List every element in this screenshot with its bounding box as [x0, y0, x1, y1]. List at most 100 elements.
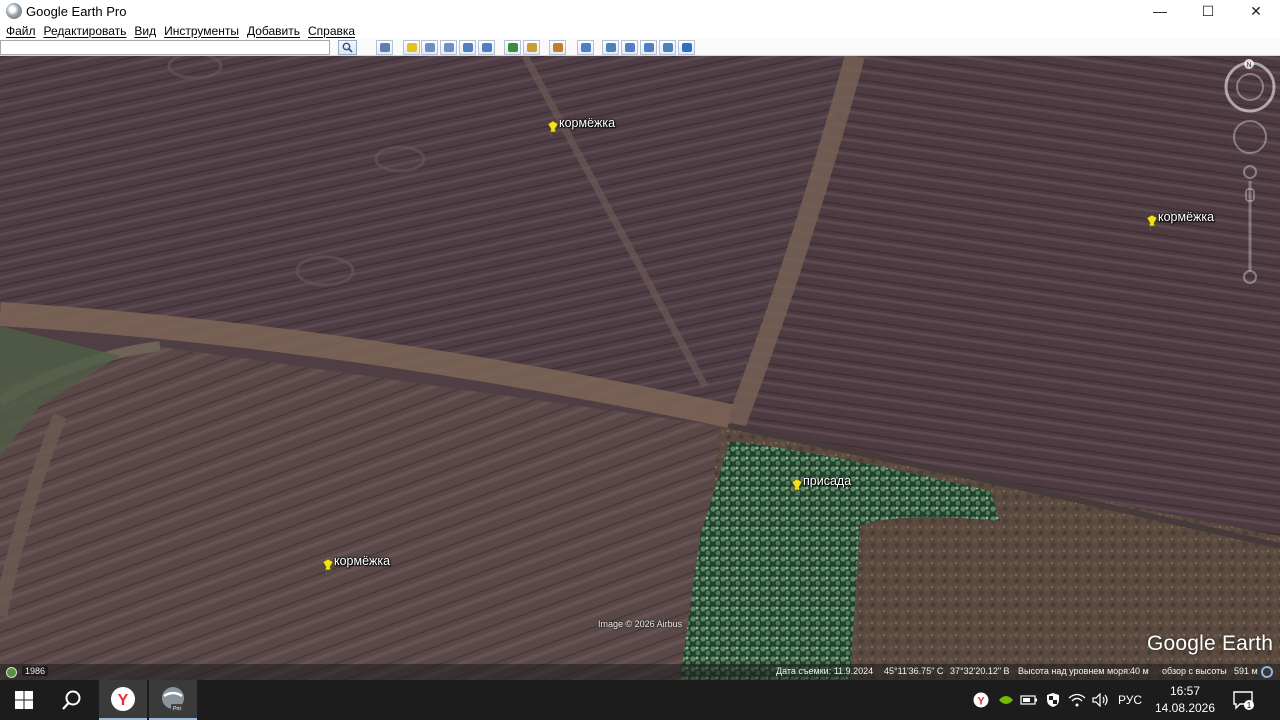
ruler-button[interactable] — [577, 40, 594, 55]
close-button[interactable]: ✕ — [1232, 0, 1280, 22]
satellite-imagery — [0, 56, 1280, 680]
menu-tools[interactable]: Инструменты — [160, 24, 243, 38]
email-button[interactable] — [602, 40, 619, 55]
notifications-button[interactable]: 1 — [1228, 680, 1258, 720]
window-controls: — ☐ ✕ — [1136, 0, 1280, 22]
add-overlay-button[interactable] — [459, 40, 476, 55]
search-input[interactable] — [0, 40, 330, 55]
save-image-icon — [643, 43, 654, 52]
sidebar-icon — [379, 43, 390, 52]
placemark-feeding-3[interactable]: кормёжка — [321, 554, 390, 576]
google-earth-logo: Google Earth — [1147, 632, 1274, 655]
menu-add[interactable]: Добавить — [243, 24, 304, 38]
yandex-letter: Y — [118, 692, 129, 709]
latitude: 45°11'36.75" С — [884, 666, 944, 676]
pro-badge: Pro — [173, 706, 181, 712]
planets-button[interactable] — [549, 40, 566, 55]
view-in-maps-button[interactable] — [659, 40, 676, 55]
pushpin-icon — [322, 558, 334, 576]
placemark-perch[interactable]: присада — [790, 474, 851, 496]
path-icon — [443, 43, 454, 52]
sun-icon — [526, 43, 537, 52]
eye-altitude-label: обзор с высоты — [1162, 666, 1227, 676]
yandex-browser-taskbar-icon[interactable]: Y — [99, 680, 147, 720]
elevation-label: Высота над уровнем моря: — [1018, 666, 1131, 676]
clock-time: 16:57 — [1169, 684, 1201, 698]
svg-text:Y: Y — [977, 696, 985, 708]
windows-taskbar: Y Pro Y РУС 16:57 14.08.2026 1 — [0, 680, 1280, 720]
historical-year[interactable]: 1986 — [22, 666, 49, 676]
navigation-controls: N — [1224, 59, 1278, 289]
add-placemark-button[interactable] — [403, 40, 420, 55]
look-joystick-icon[interactable] — [1233, 120, 1267, 154]
language-label: РУС — [1117, 693, 1143, 707]
notification-icon: 1 — [1233, 691, 1254, 710]
image-credit: Image © 2026 Airbus — [598, 619, 683, 629]
menu-help[interactable]: Справка — [304, 24, 359, 38]
menu-file[interactable]: Файл — [2, 24, 40, 38]
placemark-label: кормёжка — [334, 554, 391, 568]
pushpin-icon — [1146, 214, 1158, 232]
pushpin-icon — [406, 43, 417, 52]
tour-icon — [481, 43, 492, 52]
add-path-button[interactable] — [440, 40, 457, 55]
taskbar-search-button[interactable] — [48, 680, 96, 720]
search-icon — [62, 690, 81, 710]
compass-ring-icon[interactable]: N — [1224, 59, 1276, 113]
sunlight-button[interactable] — [523, 40, 540, 55]
menu-view[interactable]: Вид — [130, 24, 160, 38]
capture-date: Дата съемки: 11.9.2024 — [776, 666, 874, 676]
taskbar-clock[interactable]: 16:57 14.08.2026 — [1150, 683, 1220, 717]
yandex-tray-icon[interactable]: Y — [970, 680, 992, 720]
placemark-label: присада — [803, 474, 852, 488]
placemark-feeding-1[interactable]: кормёжка — [546, 116, 615, 138]
clock-icon — [507, 43, 518, 52]
overlay-icon — [462, 43, 473, 52]
volume-icon[interactable] — [1090, 680, 1112, 720]
window-title: Google Earth Pro — [26, 3, 127, 19]
globe-icon — [681, 43, 692, 52]
maps-icon — [662, 43, 673, 52]
longitude: 37°32'20.12" В — [950, 666, 1010, 676]
zoom-slider[interactable] — [1243, 165, 1257, 284]
eye-altitude-value: 591 м — [1234, 666, 1258, 676]
save-image-button[interactable] — [640, 40, 657, 55]
wifi-icon[interactable] — [1066, 680, 1088, 720]
menu-bar: Файл Редактировать Вид Инструменты Добав… — [0, 22, 1280, 39]
map-view[interactable]: кормёжка кормёжка присада кормёжка Image… — [0, 56, 1280, 680]
language-indicator[interactable]: РУС — [1114, 680, 1146, 720]
windows-icon — [15, 691, 33, 709]
minimize-button[interactable]: — — [1136, 0, 1184, 22]
email-icon — [605, 43, 616, 52]
security-shield-icon[interactable] — [1042, 680, 1064, 720]
north-label: N — [1246, 62, 1251, 69]
battery-icon[interactable] — [1018, 680, 1040, 720]
sidebar-toggle-button[interactable] — [376, 40, 393, 55]
clock-date: 14.08.2026 — [1154, 701, 1216, 715]
status-bar: 1986 Дата съемки: 11.9.2024 45°11'36.75"… — [0, 664, 1280, 680]
title-bar: Google Earth Pro — ☐ ✕ — [0, 0, 1280, 22]
placemark-label: кормёжка — [1158, 210, 1215, 224]
notification-count: 1 — [1247, 701, 1252, 710]
elevation-value: 40 м — [1130, 666, 1149, 676]
streaming-status-icon — [1261, 666, 1273, 678]
record-tour-button[interactable] — [478, 40, 495, 55]
maximize-button[interactable]: ☐ — [1184, 0, 1232, 22]
planet-icon — [552, 43, 563, 52]
google-earth-taskbar-icon[interactable]: Pro — [149, 680, 197, 720]
menu-edit[interactable]: Редактировать — [40, 24, 131, 38]
historical-imagery-icon[interactable] — [6, 667, 17, 678]
toolbar — [0, 39, 1280, 56]
nvidia-tray-icon[interactable] — [995, 680, 1017, 720]
earth-gallery-button[interactable] — [678, 40, 695, 55]
pushpin-icon — [547, 120, 559, 138]
start-button[interactable] — [0, 680, 48, 720]
placemark-feeding-2[interactable]: кормёжка — [1145, 210, 1214, 232]
print-button[interactable] — [621, 40, 638, 55]
placemark-label: кормёжка — [559, 116, 616, 130]
print-icon — [624, 43, 635, 52]
search-button[interactable] — [338, 40, 357, 55]
add-polygon-button[interactable] — [421, 40, 438, 55]
historical-imagery-button[interactable] — [504, 40, 521, 55]
ruler-icon — [580, 43, 591, 52]
